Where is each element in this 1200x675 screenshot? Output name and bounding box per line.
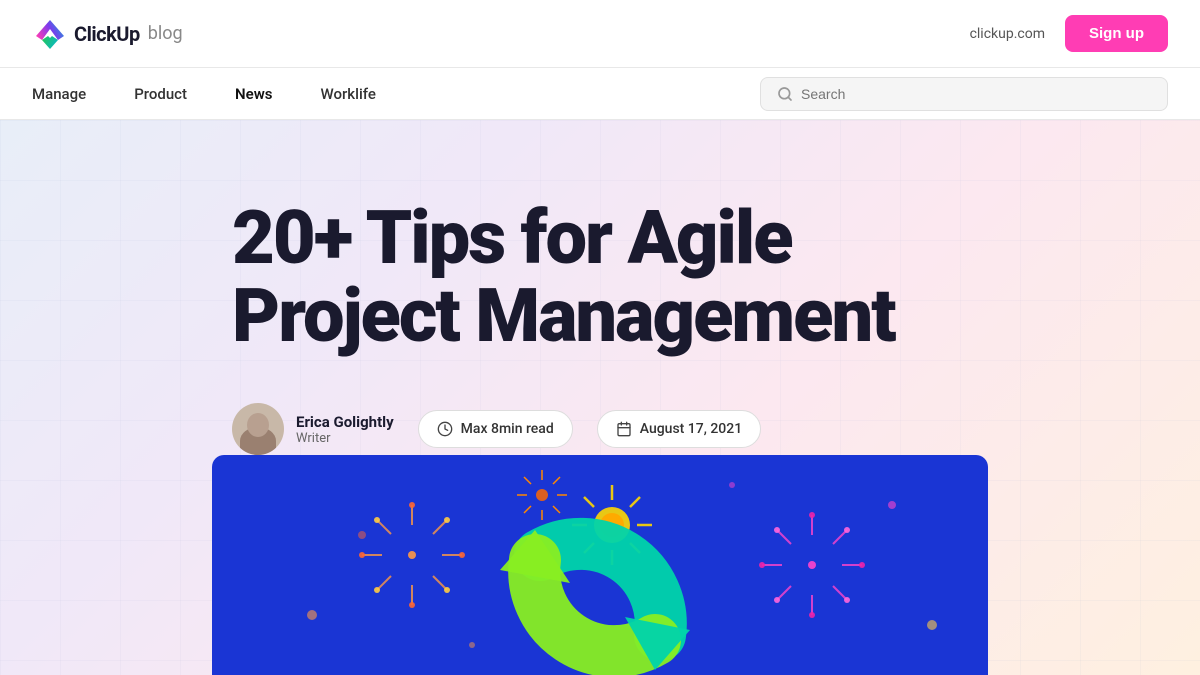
header-actions: clickup.com Sign up bbox=[970, 15, 1168, 52]
author-avatar bbox=[232, 403, 284, 455]
date-badge: August 17, 2021 bbox=[597, 410, 761, 448]
nav-news[interactable]: News bbox=[235, 85, 272, 103]
calendar-icon bbox=[616, 421, 632, 437]
nav-manage[interactable]: Manage bbox=[32, 85, 86, 103]
nav-links: Manage Product News Worklife bbox=[32, 85, 376, 103]
publish-date: August 17, 2021 bbox=[640, 421, 742, 437]
logo-area: ClickUp blog bbox=[32, 16, 183, 52]
signup-button[interactable]: Sign up bbox=[1065, 15, 1168, 52]
article-title: 20+ Tips for Agile Project Management bbox=[232, 200, 952, 355]
hero-section: 20+ Tips for Agile Project Management Er… bbox=[0, 120, 1200, 675]
author-role: Writer bbox=[296, 431, 394, 446]
logo-text: ClickUp bbox=[74, 22, 140, 46]
clickup-external-link[interactable]: clickup.com bbox=[970, 26, 1045, 42]
site-header: ClickUp blog clickup.com Sign up bbox=[0, 0, 1200, 68]
article-meta: Erica Golightly Writer Max 8min read bbox=[232, 403, 1200, 455]
logo-blog-label: blog bbox=[148, 23, 183, 44]
search-input[interactable] bbox=[801, 86, 1151, 102]
read-time-badge: Max 8min read bbox=[418, 410, 573, 448]
article-thumbnail bbox=[212, 455, 988, 675]
author-info: Erica Golightly Writer bbox=[296, 413, 394, 446]
search-box[interactable] bbox=[760, 77, 1168, 111]
search-icon bbox=[777, 86, 793, 102]
author-name: Erica Golightly bbox=[296, 413, 394, 431]
clock-icon bbox=[437, 421, 453, 437]
nav-product[interactable]: Product bbox=[134, 85, 187, 103]
agile-illustration bbox=[212, 455, 988, 675]
clickup-logo-icon bbox=[32, 16, 68, 52]
author-block: Erica Golightly Writer bbox=[232, 403, 394, 455]
main-nav: Manage Product News Worklife bbox=[0, 68, 1200, 120]
nav-worklife[interactable]: Worklife bbox=[321, 85, 376, 103]
read-time-text: Max 8min read bbox=[461, 421, 554, 437]
hero-content: 20+ Tips for Agile Project Management Er… bbox=[0, 120, 1200, 455]
